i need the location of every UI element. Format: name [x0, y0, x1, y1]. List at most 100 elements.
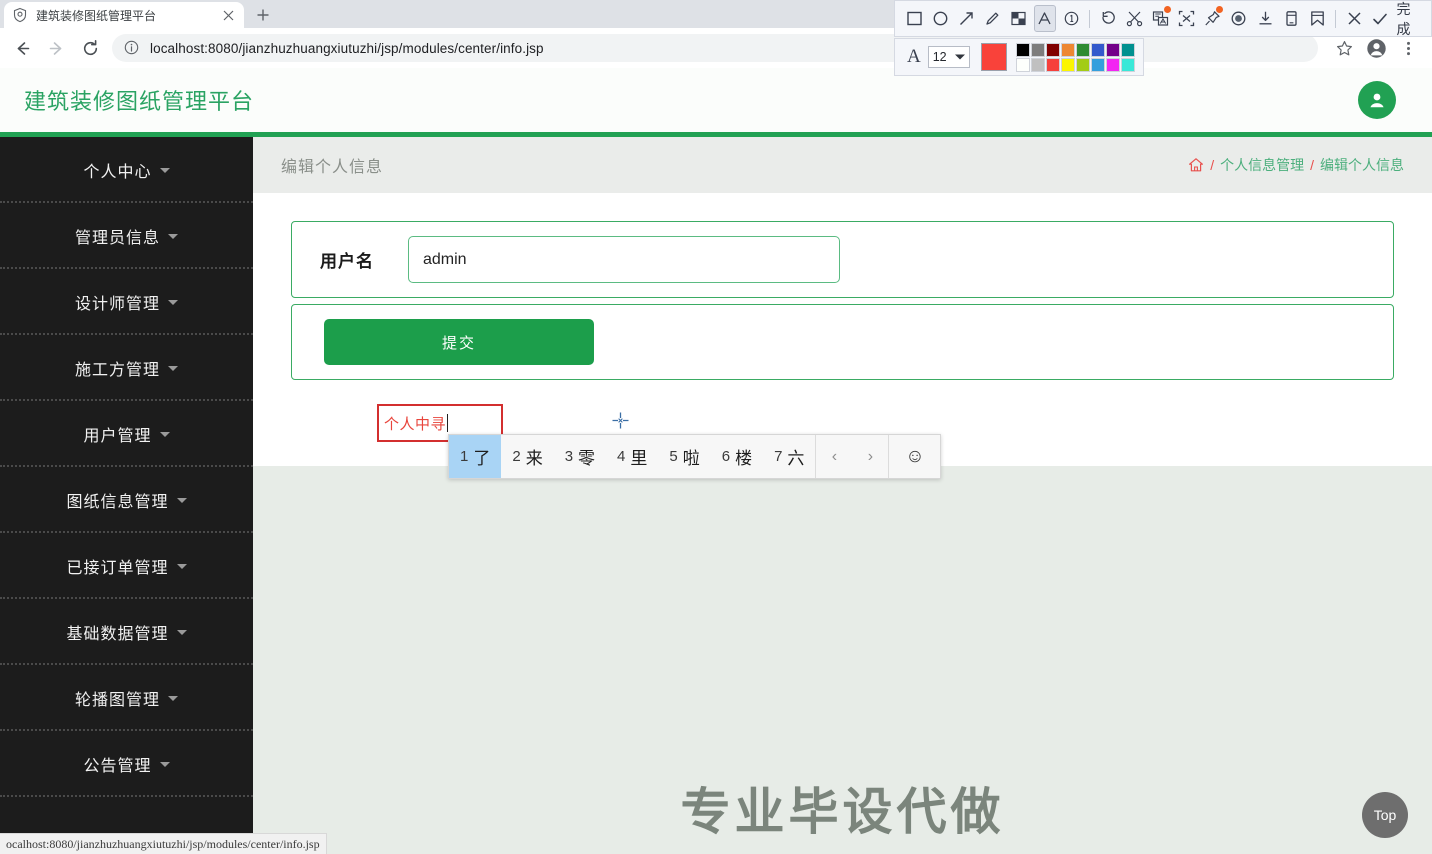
color-swatch-1-1[interactable] [1031, 57, 1045, 72]
shield-icon [12, 7, 28, 23]
content-header-bar: 编辑个人信息 / 个人信息管理 / 编辑个人信息 [253, 137, 1432, 193]
sidebar-item-2[interactable]: 设计师管理 [0, 269, 253, 335]
bookmark-collect-icon[interactable] [1306, 5, 1328, 32]
chevron-right-icon[interactable]: › [852, 448, 888, 466]
screen-root: 建筑装修图纸管理平台 localhost:8080/jianzhuzhuangx… [0, 0, 1432, 854]
extract-selection-icon[interactable] [1176, 5, 1198, 32]
font-size-value: 12 [932, 50, 947, 64]
browser-tab[interactable]: 建筑装修图纸管理平台 [4, 2, 244, 28]
color-swatch-1-3[interactable] [1061, 57, 1075, 72]
sidebar-item-label: 设计师管理 [74, 296, 160, 313]
sidebar-item-label: 基础数据管理 [66, 626, 169, 643]
sidebar-item-7[interactable]: 基础数据管理 [0, 599, 253, 665]
back-arrow-icon[interactable] [8, 34, 36, 62]
font-size-select[interactable]: 12 [927, 46, 971, 68]
smiley-icon[interactable]: ☺ [888, 435, 940, 478]
close-x-icon[interactable] [1343, 5, 1365, 32]
sidebar-item-6[interactable]: 已接订单管理 [0, 533, 253, 599]
color-swatch-1-6[interactable] [1106, 57, 1120, 72]
ime-candidate-0[interactable]: 1了 [449, 435, 502, 478]
number-marker-tool-icon[interactable] [1060, 5, 1082, 32]
color-swatch-0-7[interactable] [1121, 42, 1135, 57]
record-icon[interactable] [1228, 5, 1250, 32]
ime-candidate-1[interactable]: 2来 [501, 435, 553, 478]
ime-candidate-word: 零 [578, 449, 596, 468]
pencil-tool-icon[interactable] [981, 5, 1003, 32]
ime-candidate-number: 6 [721, 448, 731, 465]
username-input[interactable] [408, 236, 840, 283]
color-swatch-0-0[interactable] [1016, 42, 1030, 57]
sidebar-item-label: 个人中心 [83, 164, 152, 181]
arrow-tool-icon[interactable] [955, 5, 977, 32]
submit-button[interactable]: 提交 [324, 319, 594, 365]
sidebar-item-1[interactable]: 管理员信息 [0, 203, 253, 269]
site-header: 建筑装修图纸管理平台 [0, 68, 1432, 132]
sidebar-item-4[interactable]: 用户管理 [0, 401, 253, 467]
chevron-down-icon [159, 761, 170, 767]
close-icon[interactable] [220, 7, 236, 23]
color-swatch-0-6[interactable] [1106, 42, 1120, 57]
color-swatch-1-5[interactable] [1091, 57, 1105, 72]
star-icon[interactable] [1330, 34, 1358, 62]
color-swatch-1-7[interactable] [1121, 57, 1135, 72]
rectangle-tool-icon[interactable] [903, 5, 925, 32]
annotation-toolbar: 完成 [894, 0, 1432, 37]
sidebar-item-5[interactable]: 图纸信息管理 [0, 467, 253, 533]
new-tab-button[interactable] [252, 4, 274, 26]
save-to-device-icon[interactable] [1280, 5, 1302, 32]
sidebar-item-label: 管理员信息 [74, 230, 160, 247]
scissors-crop-icon[interactable] [1123, 5, 1145, 32]
color-swatch-1-0[interactable] [1016, 57, 1030, 72]
chevron-down-icon [168, 299, 178, 305]
ime-candidate-2[interactable]: 3零 [554, 435, 606, 478]
color-swatch-0-4[interactable] [1076, 42, 1090, 57]
user-avatar-icon[interactable] [1358, 81, 1396, 119]
address-bar-url: localhost:8080/jianzhuzhuangxiutuzhi/jsp… [150, 40, 544, 56]
sidebar-item-9[interactable]: 公告管理 [0, 731, 253, 797]
ellipse-tool-icon[interactable] [929, 5, 951, 32]
pin-icon[interactable] [1202, 5, 1224, 32]
sidebar-nav: 个人中心 管理员信息 设计师管理 施工方管理 用户管理 图纸信息管理 已接订单管… [0, 137, 253, 854]
undo-icon[interactable] [1097, 5, 1119, 32]
back-to-top-button[interactable]: Top [1362, 792, 1408, 838]
toolbar-divider [1335, 9, 1337, 28]
ime-candidate-6[interactable]: 7六 [763, 435, 815, 478]
chevron-down-icon [168, 695, 178, 701]
color-swatch-0-5[interactable] [1091, 42, 1105, 57]
username-row: 用户名 [291, 221, 1394, 298]
color-swatch-1-4[interactable] [1076, 57, 1090, 72]
sidebar-item-0[interactable]: 个人中心 [0, 137, 253, 203]
sidebar-item-8[interactable]: 轮播图管理 [0, 665, 253, 731]
ime-candidate-5[interactable]: 6楼 [711, 435, 763, 478]
info-circle-icon[interactable] [124, 40, 140, 56]
breadcrumb-separator: / [1310, 157, 1314, 173]
edit-profile-form: 用户名 提交 [253, 193, 1432, 380]
breadcrumb-parent-link[interactable]: 个人信息管理 [1220, 155, 1304, 175]
browser-tab-title: 建筑装修图纸管理平台 [36, 8, 157, 23]
forward-arrow-icon[interactable] [42, 34, 70, 62]
color-swatch-0-2[interactable] [1046, 42, 1060, 57]
download-icon[interactable] [1254, 5, 1276, 32]
home-icon[interactable] [1188, 157, 1204, 173]
notification-badge [1163, 6, 1171, 13]
sidebar-item-label: 图纸信息管理 [66, 494, 169, 511]
text-tool-icon[interactable] [1033, 5, 1057, 32]
chevron-left-icon[interactable]: ‹ [816, 448, 852, 466]
current-color-swatch[interactable] [981, 43, 1007, 71]
ime-candidate-3[interactable]: 4里 [606, 435, 658, 478]
color-swatch-0-1[interactable] [1031, 42, 1045, 57]
chevron-down-icon [176, 497, 187, 503]
reload-icon[interactable] [76, 34, 104, 62]
sidebar-item-3[interactable]: 施工方管理 [0, 335, 253, 401]
ime-candidate-4[interactable]: 5啦 [658, 435, 710, 478]
profile-avatar-icon[interactable] [1362, 34, 1390, 62]
footer-band: 专业毕设代做 Top [253, 466, 1432, 854]
color-swatch-0-3[interactable] [1061, 42, 1075, 57]
annotation-done-label[interactable]: 完成 [1397, 0, 1426, 39]
check-icon[interactable] [1369, 5, 1391, 32]
mosaic-tool-icon[interactable] [1008, 5, 1030, 32]
chevron-down-icon [176, 629, 187, 635]
color-swatch-1-2[interactable] [1046, 57, 1060, 72]
font-size-icon: A [907, 46, 921, 67]
ocr-translate-icon[interactable] [1149, 5, 1171, 32]
